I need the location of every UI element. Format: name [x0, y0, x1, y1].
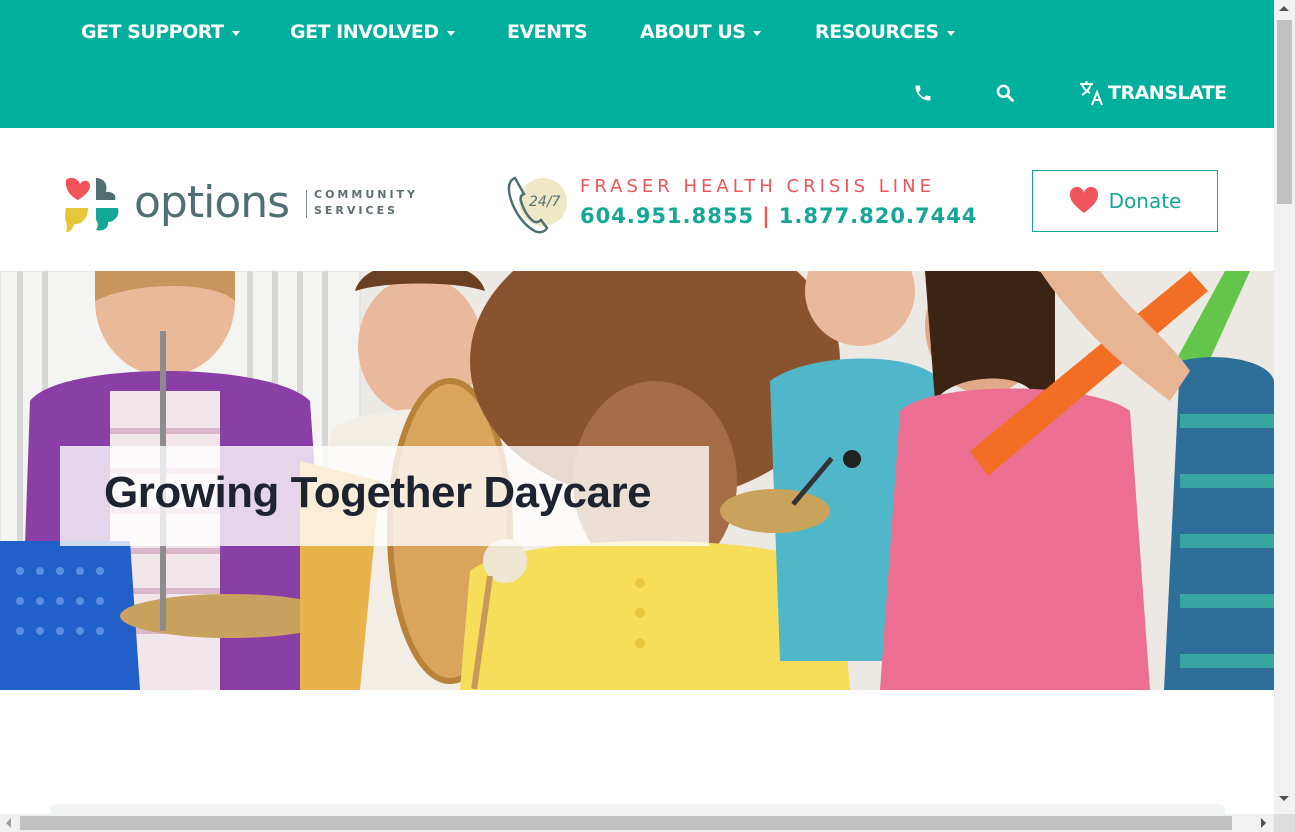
crisis-phone-numbers: 604.951.8855 | 1.877.820.7444 — [580, 204, 977, 228]
crisis-phone-tollfree[interactable]: 1.877.820.7444 — [779, 204, 978, 228]
crisis-line-icon: 24/7 — [507, 176, 567, 234]
site-logo[interactable]: options COMMUNITY SERVICES — [62, 174, 415, 236]
crisis-line-title: FRASER HEALTH CRISIS LINE — [580, 176, 935, 197]
horizontal-scroll-thumb[interactable] — [20, 816, 1232, 830]
vertical-scroll-thumb[interactable] — [1277, 20, 1292, 204]
nav-get-involved-label: GET INVOLVED — [290, 21, 439, 43]
chevron-down-icon — [753, 30, 762, 36]
search-button[interactable] — [995, 78, 1015, 108]
chevron-down-icon — [231, 30, 240, 36]
heart-icon — [1069, 187, 1098, 213]
vertical-scrollbar[interactable] — [1274, 0, 1295, 814]
scroll-left-arrow-icon[interactable] — [6, 818, 11, 828]
translate-label: TRANSLATE — [1108, 82, 1227, 104]
phone-button[interactable] — [913, 78, 933, 108]
donate-button[interactable]: Donate — [1032, 170, 1218, 232]
site-header: options COMMUNITY SERVICES 24/7 FRASER H… — [0, 128, 1274, 271]
translate-icon — [1080, 81, 1103, 106]
page-viewport: GET SUPPORT GET INVOLVED EVENTS ABOUT US… — [0, 0, 1274, 814]
nav-about-us-label: ABOUT US — [640, 21, 746, 43]
scrollbar-corner — [1274, 814, 1295, 832]
chevron-down-icon — [946, 30, 955, 36]
chevron-down-icon — [446, 30, 455, 36]
nav-events-label: EVENTS — [507, 21, 588, 43]
nav-get-support[interactable]: GET SUPPORT — [81, 18, 240, 46]
crisis-phone-local[interactable]: 604.951.8855 — [580, 204, 754, 228]
logo-wordmark: options — [134, 177, 290, 228]
nav-get-support-label: GET SUPPORT — [81, 21, 224, 43]
scroll-up-arrow-icon[interactable] — [1279, 6, 1289, 11]
logo-subtitle-line1: COMMUNITY — [314, 188, 419, 201]
horizontal-scrollbar[interactable] — [0, 814, 1274, 832]
crisis-phone-separator: | — [762, 204, 771, 228]
nav-get-involved[interactable]: GET INVOLVED — [290, 18, 455, 46]
content-container-edge — [50, 804, 1225, 814]
nav-about-us[interactable]: ABOUT US — [640, 18, 762, 46]
phone-icon — [915, 85, 931, 101]
donate-label: Donate — [1108, 189, 1182, 213]
nav-resources[interactable]: RESOURCES — [815, 18, 955, 46]
translate-button[interactable]: TRANSLATE — [1078, 78, 1227, 108]
hero-banner: Growing Together Daycare — [0, 271, 1274, 690]
scroll-down-arrow-icon[interactable] — [1279, 796, 1289, 801]
logo-mark-icon — [65, 177, 119, 232]
logo-subtitle-line2: SERVICES — [314, 204, 399, 217]
top-navigation-bar: GET SUPPORT GET INVOLVED EVENTS ABOUT US… — [0, 0, 1274, 128]
search-icon — [996, 84, 1014, 102]
logo-divider — [306, 190, 307, 218]
scroll-right-arrow-icon[interactable] — [1261, 818, 1266, 828]
crisis-badge: 24/7 — [529, 194, 561, 210]
hero-title-box: Growing Together Daycare — [60, 446, 709, 546]
nav-resources-label: RESOURCES — [815, 21, 939, 43]
nav-events[interactable]: EVENTS — [507, 18, 588, 46]
page-title: Growing Together Daycare — [104, 468, 652, 517]
